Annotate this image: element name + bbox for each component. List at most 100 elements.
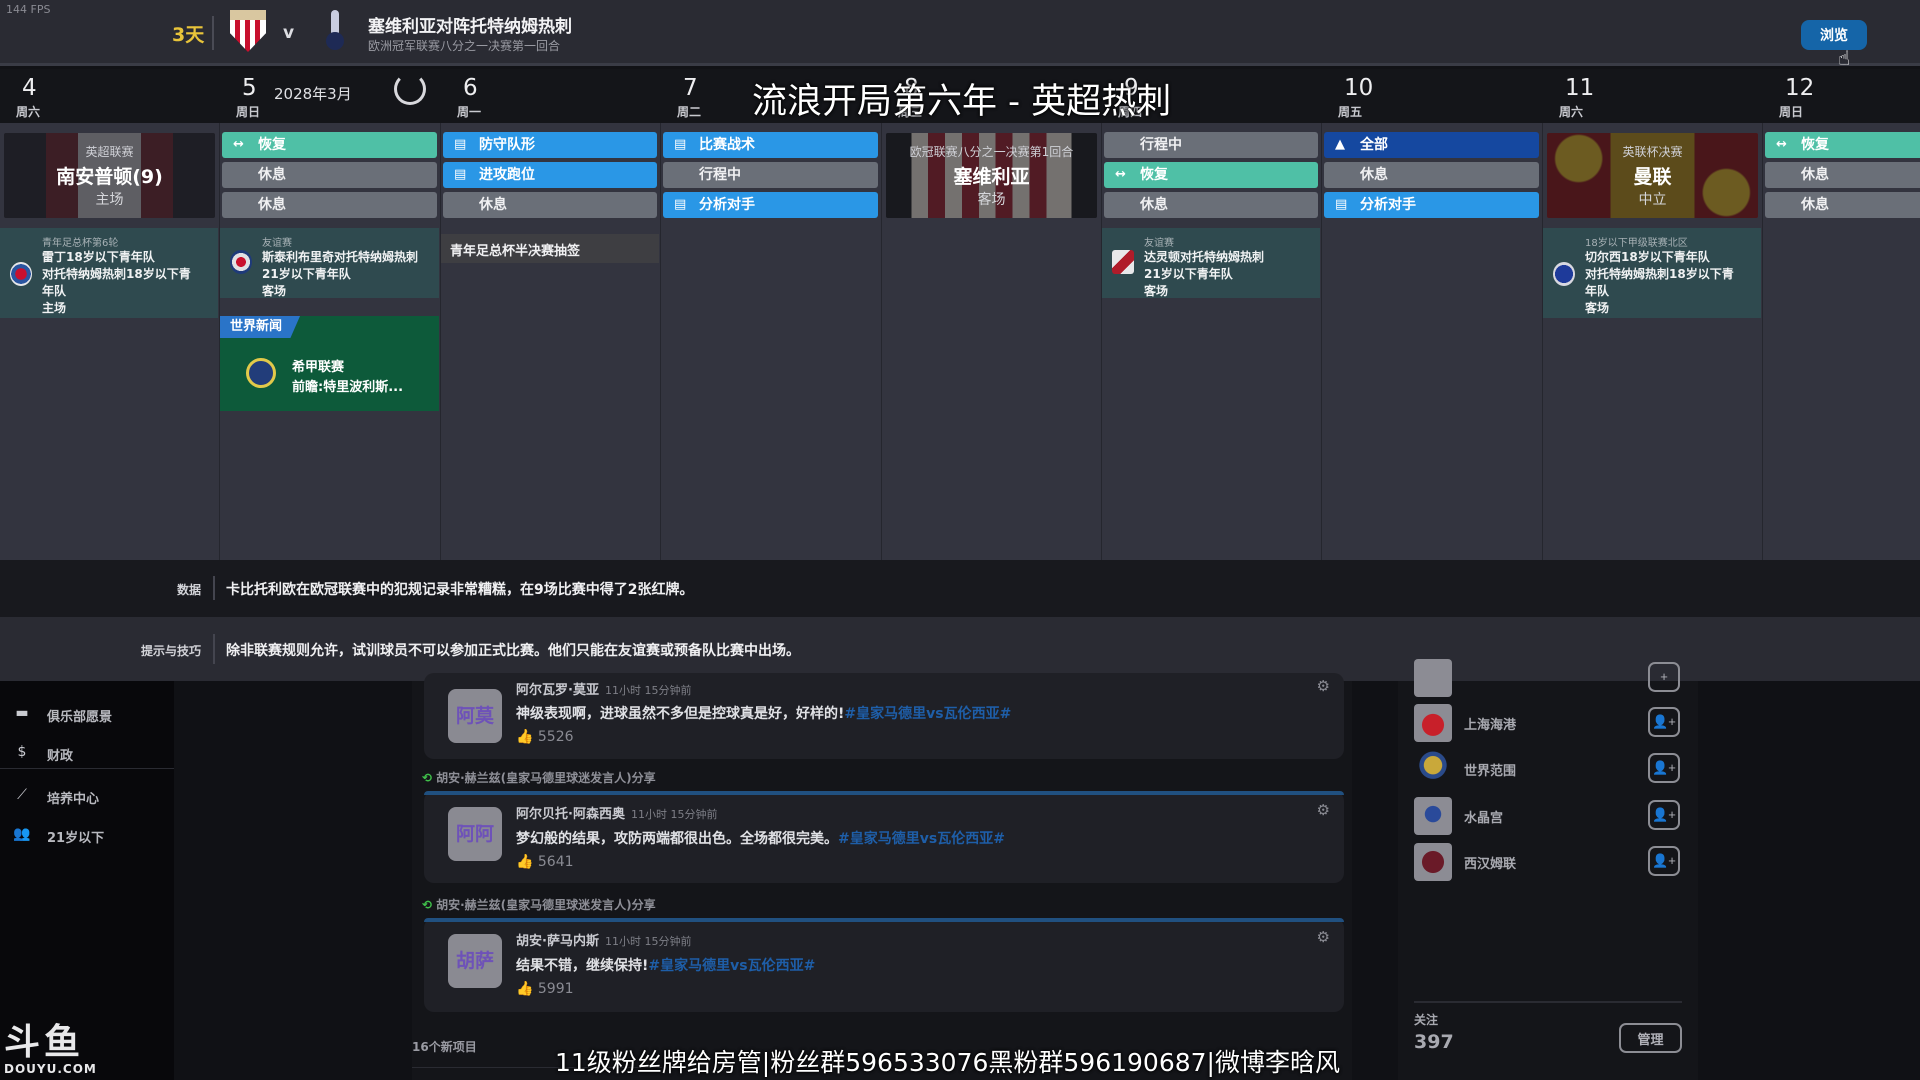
- followed-club-row[interactable]: 水晶宫 👤+: [1414, 795, 1694, 839]
- weekday: 周五: [1338, 105, 1363, 119]
- post-time: 11小时 15分钟前: [604, 935, 692, 948]
- feed-post[interactable]: 阿莫 阿尔瓦罗·莫亚 11小时 15分钟前 神级表现啊，进球虽然不多但是控球真是好…: [424, 673, 1344, 759]
- like-count: 5641: [537, 854, 574, 870]
- west-ham-crest-icon: [1414, 843, 1452, 881]
- gear-icon[interactable]: ⚙: [1317, 677, 1330, 695]
- training-pill-tactic[interactable]: ▤ 分析对手: [663, 192, 878, 218]
- training-pill-rest[interactable]: 休息: [1324, 162, 1539, 188]
- next-match-competition: 欧洲冠军联赛八分之一决赛第一回合: [368, 39, 561, 53]
- training-pill-all[interactable]: ▲ 全部: [1324, 132, 1539, 158]
- sidebar-item-under-21[interactable]: 👥 21岁以下: [10, 820, 170, 850]
- stream-subtitle: 11级粉丝牌给房管|粉丝群596533076黑粉群596190687|微博李晗风: [555, 1048, 1340, 1077]
- training-pill-rest[interactable]: 休息: [222, 192, 437, 218]
- training-pill-recovery[interactable]: ↔ 恢复: [1765, 132, 1920, 158]
- u21-icon: 👥: [13, 826, 31, 842]
- tips-label: 提示与技巧: [140, 644, 201, 658]
- post-accent: [424, 791, 1344, 795]
- divider: [213, 576, 215, 600]
- training-pill-recovery[interactable]: ↔ 恢复: [222, 132, 437, 158]
- pill-label: 休息: [1801, 197, 1829, 213]
- match-card[interactable]: 英联杯决赛 曼联 中立: [1547, 133, 1758, 218]
- training-pill-tactic[interactable]: ▤ 比赛战术: [663, 132, 878, 158]
- share-text: 胡安·赫兰兹(皇家马德里球迷发言人)分享: [436, 771, 656, 785]
- data-text: 卡比托利欧在欧冠联赛中的犯规记录非常糟糕，在9场比赛中得了2张红牌。: [226, 582, 694, 598]
- douyu-watermark: 斗鱼 DOUYU.COM: [4, 1024, 97, 1077]
- training-pill-tactic[interactable]: ▤ 防守队形: [443, 132, 657, 158]
- hashtag-link[interactable]: #皇家马德里vs瓦伦西亚#: [648, 958, 815, 974]
- training-pill-rest[interactable]: 休息: [222, 162, 437, 188]
- follow-button[interactable]: 👤+: [1648, 800, 1680, 830]
- event-line: 年队: [1585, 284, 1610, 298]
- sidebar-item-development-centre[interactable]: ⟋ 培养中心: [10, 781, 170, 811]
- world-news-card[interactable]: 世界新闻 希甲联赛 前瞻:特里波利斯...: [220, 316, 439, 411]
- day-number: 10: [1344, 75, 1374, 101]
- day-column: 行程中 ↔ 恢复 休息 友谊赛 达灵顿对托特纳姆热刺 21岁以下青年队 客场: [1102, 123, 1322, 560]
- gear-icon[interactable]: ⚙: [1317, 801, 1330, 819]
- event-line: 主场: [42, 301, 67, 315]
- hashtag-link[interactable]: #皇家马德里vs瓦伦西亚#: [838, 831, 1005, 847]
- match-card[interactable]: 欧冠联赛八分之一决赛第1回合 塞维利亚 客场: [886, 133, 1097, 218]
- followed-club-row[interactable]: 上海海港 👤+: [1414, 702, 1694, 746]
- training-pill-travel[interactable]: 行程中: [663, 162, 878, 188]
- event-line: 21岁以下青年队: [262, 267, 351, 281]
- world-news-text: 前瞻:特里波利斯...: [292, 380, 404, 395]
- sidebar-item-club-vision[interactable]: ▬ 俱乐部愿景: [10, 699, 170, 729]
- feed-post[interactable]: 阿阿 阿尔贝托·阿森西奥 11小时 15分钟前 梦幻般的结果，攻防两端都很出色。全…: [424, 791, 1344, 883]
- day-column: 英超联赛 南安普顿(9) 主场 青年足总杯第6轮 雷丁18岁以下青年队 对托特纳…: [0, 123, 220, 560]
- money-icon: $: [17, 744, 27, 760]
- manage-button[interactable]: 管理: [1619, 1023, 1682, 1053]
- next-match-title[interactable]: 塞维利亚对阵托特纳姆热刺: [368, 12, 572, 37]
- sidebar-item-finances[interactable]: $ 财政: [10, 738, 170, 768]
- share-icon: ⟲: [422, 771, 433, 785]
- training-pill-tactic[interactable]: ▤ 分析对手: [1324, 192, 1539, 218]
- data-label: 数据: [176, 583, 201, 597]
- dumbbell-icon: ↔: [1776, 137, 1787, 152]
- day-header: 12 周日: [1763, 69, 1920, 123]
- add-user-icon: 👤+: [1652, 807, 1676, 822]
- stream-overlay-title: 流浪开局第六年 - 英超热刺: [752, 82, 1172, 122]
- fixture-event[interactable]: 青年足总杯第6轮 雷丁18岁以下青年队 对托特纳姆热刺18岁以下青 年队 主场: [0, 228, 218, 318]
- day-header: 6 周一: [441, 69, 661, 123]
- followed-club-row[interactable]: 世界范围 👤+: [1414, 748, 1694, 792]
- bottom-area: ▬ 俱乐部愿景 $ 财政 ⟋ 培养中心 👥 21岁以下 阿莫 阿尔瓦罗·莫亚 11…: [0, 659, 1920, 1080]
- match-card[interactable]: 英超联赛 南安普顿(9) 主场: [4, 133, 215, 218]
- training-pill-travel[interactable]: 行程中: [1104, 132, 1318, 158]
- pill-label: 进攻跑位: [479, 167, 535, 183]
- training-pill-recovery[interactable]: ↔ 恢复: [1104, 162, 1318, 188]
- sidebar: ▬ 俱乐部愿景 $ 财政 ⟋ 培养中心 👥 21岁以下: [0, 681, 174, 1080]
- follow-button[interactable]: +: [1648, 662, 1680, 692]
- follow-button[interactable]: 👤+: [1648, 707, 1680, 737]
- add-user-icon: 👤+: [1652, 714, 1676, 729]
- weekday: 周二: [677, 105, 702, 119]
- training-pill-rest[interactable]: 休息: [1765, 192, 1920, 218]
- event-line: 年队: [42, 284, 67, 298]
- day-number: 4: [22, 75, 37, 101]
- browse-button[interactable]: 浏览: [1801, 20, 1867, 50]
- day-number: 11: [1565, 75, 1595, 101]
- day-column: ▲ 全部 休息 ▤ 分析对手: [1322, 123, 1543, 560]
- followed-club-row[interactable]: 西汉姆联 👤+: [1414, 841, 1694, 885]
- training-cell: ↔ 恢复 休息 休息: [222, 132, 437, 226]
- fixture-event[interactable]: 18岁以下甲级联赛北区 切尔西18岁以下青年队 对托特纳姆热刺18岁以下青 年队…: [1543, 228, 1761, 318]
- post-likes: 👍 5641: [516, 854, 574, 870]
- draw-event[interactable]: 青年足总杯半决赛抽签: [441, 234, 659, 263]
- follow-button[interactable]: 👤+: [1648, 753, 1680, 783]
- training-pill-rest[interactable]: 休息: [443, 192, 657, 218]
- feed-post[interactable]: 胡萨 胡安·萨马内斯 11小时 15分钟前 结果不错，继续保持!#皇家马德里vs瓦…: [424, 918, 1344, 1012]
- post-author: 阿尔瓦罗·莫亚 11小时 15分钟前: [516, 679, 691, 698]
- pill-label: 休息: [258, 197, 286, 213]
- training-pill-tactic[interactable]: ▤ 进攻跑位: [443, 162, 657, 188]
- post-body: 神级表现啊，进球虽然不多但是控球真是好，好样的!: [516, 706, 845, 722]
- fixture-event[interactable]: 友谊赛 达灵顿对托特纳姆热刺 21岁以下青年队 客场: [1102, 228, 1320, 298]
- fixture-event[interactable]: 友谊赛 斯泰利布里奇对托特纳姆热刺 21岁以下青年队 客场: [220, 228, 439, 298]
- new-items-label[interactable]: 16个新项目: [412, 1038, 477, 1055]
- followed-club-row[interactable]: +: [1414, 657, 1694, 701]
- avatar: 阿莫: [448, 689, 502, 743]
- weekday: 周六: [1559, 105, 1584, 119]
- hashtag-link[interactable]: #皇家马德里vs瓦伦西亚#: [844, 706, 1011, 722]
- pill-label: 休息: [1801, 167, 1829, 183]
- follow-button[interactable]: 👤+: [1648, 846, 1680, 876]
- training-pill-rest[interactable]: 休息: [1765, 162, 1920, 188]
- training-pill-rest[interactable]: 休息: [1104, 192, 1318, 218]
- gear-icon[interactable]: ⚙: [1317, 928, 1330, 946]
